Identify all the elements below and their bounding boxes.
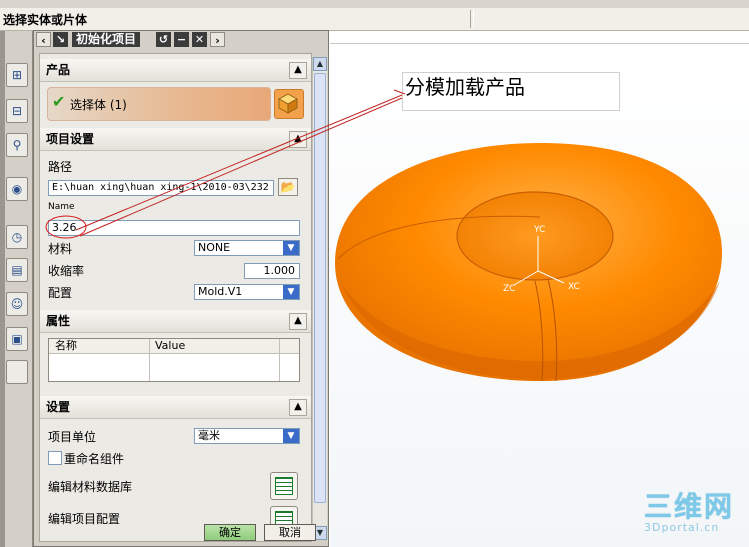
assembly-navigator-icon[interactable]: ⊞ [6, 63, 28, 87]
dialog-title: 初始化项目 [72, 32, 141, 47]
edit-project-config-label: 编辑项目配置 [48, 512, 121, 526]
dropdown-arrow-icon[interactable]: ▼ [283, 285, 299, 299]
select-body-row[interactable]: ✔ 选择体 (1) [47, 87, 271, 121]
col-value-header[interactable]: Value [155, 339, 185, 353]
system-materials-icon[interactable]: ▤ [6, 258, 28, 282]
select-body-label: 选择体 (1) [70, 98, 127, 112]
settings-title: 设置 [46, 400, 71, 414]
project-settings-title: 项目设置 [46, 132, 95, 146]
attributes-title: 属性 [46, 314, 71, 328]
material-value: NONE [198, 241, 231, 254]
watermark-logo: 三维网 [644, 490, 735, 523]
dropdown-arrow-icon[interactable]: ▼ [283, 429, 299, 443]
rename-components-label: 重命名组件 [64, 452, 125, 466]
reset-icon[interactable]: ↺ [156, 32, 171, 47]
initialize-project-dialog: ‹ ↘ 初始化项目 ↺ − ✕ › 产品 ▲ ✔ 选择体 (1) 项目设置 ▲ [33, 30, 329, 547]
dialog-content: 产品 ▲ ✔ 选择体 (1) 项目设置 ▲ 路径 E:\huan xing\hu… [39, 53, 312, 542]
minimize-icon[interactable]: − [174, 32, 189, 47]
expand-arrow-icon[interactable]: › [210, 32, 225, 47]
table-icon[interactable] [270, 472, 298, 500]
path-label: 路径 [48, 160, 73, 174]
attributes-table-header: 名称 Value [49, 339, 299, 354]
attributes-table[interactable]: 名称 Value [48, 338, 300, 382]
checkmark-icon: ✔ [52, 92, 66, 111]
product-section-header[interactable]: 产品 ▲ [40, 59, 311, 82]
table-divider [279, 339, 280, 381]
material-label: 材料 [48, 242, 73, 256]
config-value: Mold.V1 [198, 285, 243, 298]
config-select[interactable]: Mold.V1 ▼ [194, 284, 300, 300]
resource-bar-edge [0, 31, 5, 547]
dropdown-arrow-icon[interactable]: ▼ [283, 241, 299, 255]
name-label: Name [48, 202, 75, 212]
col-name-header[interactable]: 名称 [55, 339, 77, 353]
material-select[interactable]: NONE ▼ [194, 240, 300, 256]
palette-icon[interactable]: ▣ [6, 327, 28, 351]
cube-icon[interactable] [274, 89, 304, 119]
shrinkage-field[interactable]: 1.000 [244, 263, 300, 279]
cancel-button[interactable]: 取消 [264, 524, 316, 541]
table-divider [149, 339, 150, 381]
product-section-title: 产品 [46, 63, 71, 77]
folder-icon[interactable]: 📂 [278, 178, 298, 196]
cue-line: 选择实体或片体 [0, 8, 749, 31]
blank-tab-icon[interactable] [6, 360, 28, 384]
y-axis-label: YC [533, 225, 545, 235]
dialog-titlebar: ‹ ↘ 初始化项目 ↺ − ✕ › [34, 31, 328, 49]
z-axis-label: ZC [503, 284, 515, 294]
units-label: 项目单位 [48, 430, 97, 444]
rename-components-checkbox[interactable] [48, 451, 62, 465]
cue-text: 选择实体或片体 [3, 13, 88, 27]
path-field[interactable]: E:\huan xing\huan xing-1\2010-03\232 [48, 180, 274, 196]
roles-icon[interactable]: ☺ [6, 292, 28, 316]
ok-button[interactable]: 确定 [204, 524, 256, 541]
edit-material-db-label: 编辑材料数据库 [48, 480, 133, 494]
units-value: 毫米 [198, 429, 220, 442]
collapse-icon[interactable]: ▲ [289, 313, 307, 330]
attributes-header[interactable]: 属性 ▲ [40, 310, 311, 333]
back-arrow-icon[interactable]: ‹ [36, 32, 51, 47]
status-divider [470, 10, 471, 28]
collapse-icon[interactable]: ▲ [289, 62, 307, 79]
status-divider-hl [473, 10, 474, 28]
torus-inner-face [456, 191, 614, 281]
settings-header[interactable]: 设置 ▲ [40, 396, 311, 419]
config-label: 配置 [48, 286, 73, 300]
watermark-url: 3Dportal.cn [644, 521, 720, 534]
collapse-icon[interactable]: ▲ [289, 131, 307, 148]
shrinkage-label: 收缩率 [48, 264, 85, 278]
reuse-library-icon[interactable]: ◉ [6, 177, 28, 201]
watermark: 三维网 3Dportal.cn [644, 492, 744, 534]
annotation-callout: 分模加载产品 [402, 72, 620, 111]
constraint-navigator-icon[interactable]: ⚲ [6, 133, 28, 157]
history-icon[interactable]: ◷ [6, 225, 28, 249]
x-axis-label: XC [568, 282, 580, 292]
close-icon[interactable]: ✕ [192, 32, 207, 47]
dialog-scrollbar[interactable]: ▲ ▼ [312, 57, 327, 540]
part-navigator-icon[interactable]: ⊟ [6, 99, 28, 123]
scroll-up-icon[interactable]: ▲ [313, 57, 327, 71]
scroll-thumb[interactable] [314, 73, 326, 503]
project-settings-header[interactable]: 项目设置 ▲ [40, 128, 311, 151]
units-select[interactable]: 毫米 ▼ [194, 428, 300, 444]
collapse-icon[interactable]: ▲ [289, 399, 307, 416]
forward-arrow-icon[interactable]: ↘ [53, 32, 68, 47]
highlight-circle [45, 215, 87, 239]
